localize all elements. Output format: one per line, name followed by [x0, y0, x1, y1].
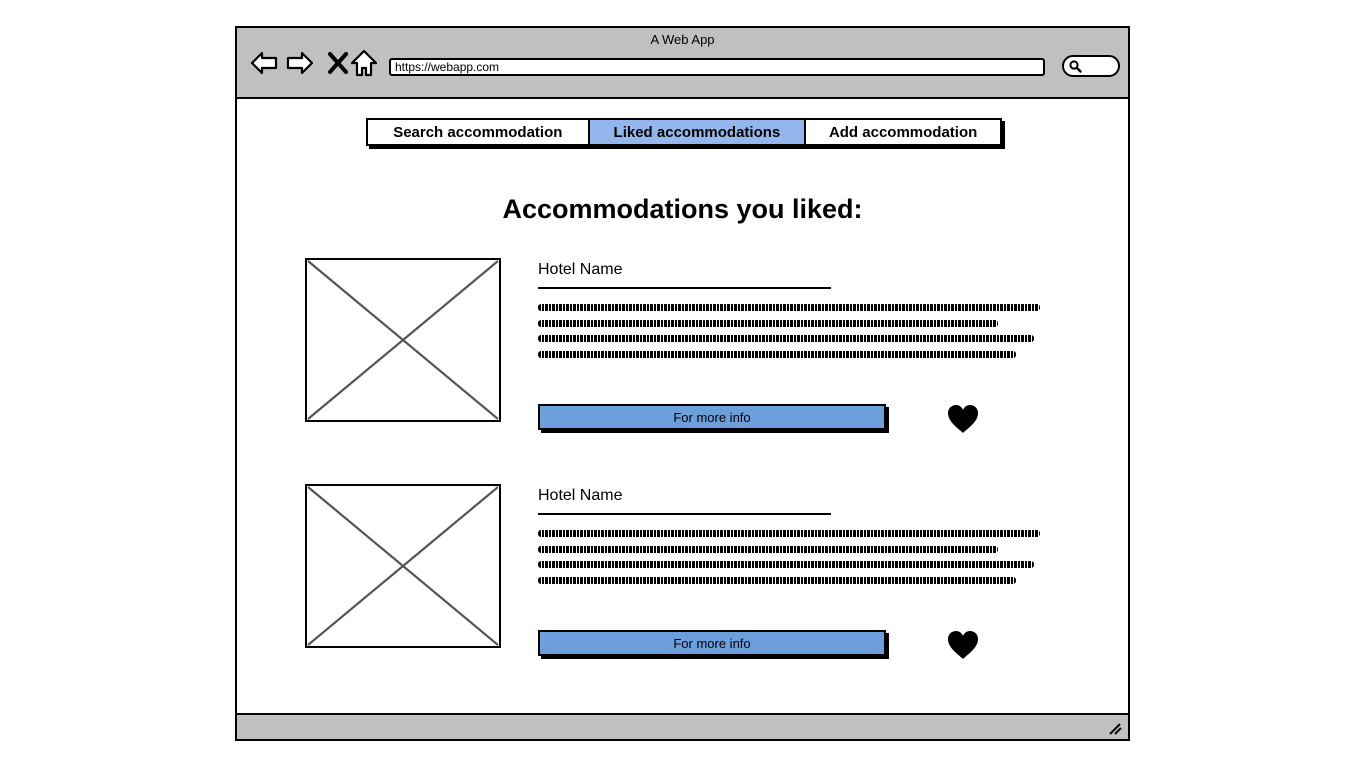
hotel-name: Hotel Name — [538, 261, 623, 278]
home-icon[interactable] — [349, 48, 379, 78]
tab-add-accommodation[interactable]: Add accommodation — [806, 120, 1000, 144]
forward-icon[interactable] — [285, 48, 315, 78]
accommodation-card: Hotel Name For more info — [305, 258, 1045, 433]
heart-icon[interactable] — [946, 629, 980, 661]
heart-icon[interactable] — [946, 403, 980, 435]
address-bar[interactable]: https://webapp.com — [389, 58, 1045, 76]
image-placeholder-icon — [305, 258, 501, 422]
search-icon — [1069, 60, 1082, 73]
tab-search-accommodation[interactable]: Search accommodation — [368, 120, 590, 144]
more-info-button[interactable]: For more info — [538, 630, 886, 656]
browser-window: A Web App https://webapp.com Search acco… — [235, 26, 1130, 741]
tab-bar: Search accommodation Liked accommodation… — [366, 118, 1002, 146]
more-info-button[interactable]: For more info — [538, 404, 886, 430]
divider — [538, 287, 831, 289]
search-box[interactable] — [1062, 55, 1120, 77]
back-icon[interactable] — [249, 48, 279, 78]
page-title: Accommodations you liked: — [502, 194, 863, 224]
description-placeholder — [538, 530, 1040, 592]
divider — [538, 513, 831, 515]
description-placeholder — [538, 304, 1040, 366]
window-title: A Web App — [650, 32, 715, 47]
browser-chrome: A Web App https://webapp.com — [237, 28, 1128, 99]
status-bar — [237, 713, 1128, 739]
hotel-name: Hotel Name — [538, 487, 623, 504]
resize-grip-icon[interactable] — [1106, 721, 1122, 735]
tab-liked-accommodations[interactable]: Liked accommodations — [589, 120, 807, 144]
accommodation-card: Hotel Name For more info — [305, 484, 1045, 659]
image-placeholder-icon — [305, 484, 501, 648]
